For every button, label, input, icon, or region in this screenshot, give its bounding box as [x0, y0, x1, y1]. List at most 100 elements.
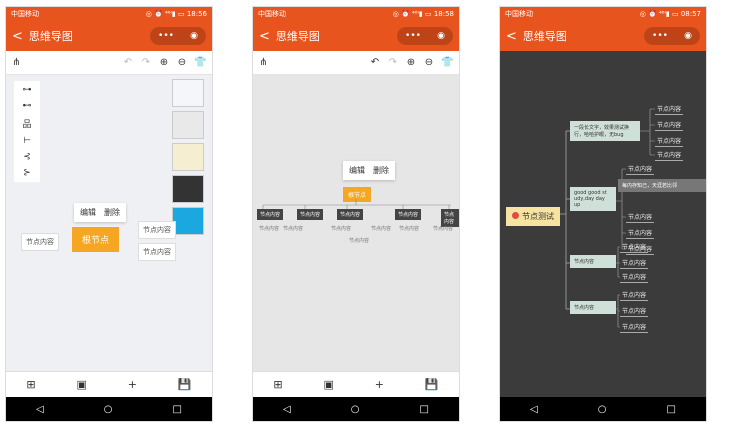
- mindmap-node[interactable]: 节点内容: [21, 233, 59, 251]
- branch-node[interactable]: 节点内容: [570, 301, 616, 314]
- mindmap-node[interactable]: 节点内容: [395, 209, 422, 220]
- delete-button[interactable]: 删除: [104, 207, 120, 218]
- leaf-node[interactable]: 节点内容: [620, 241, 649, 253]
- leaf-node[interactable]: 节点内容: [620, 257, 649, 269]
- theme-icon[interactable]: 👕: [441, 57, 453, 68]
- mindmap-subnode[interactable]: 节点内容: [259, 225, 279, 232]
- save-icon[interactable]: 💾: [425, 378, 439, 391]
- status-icons: ◎ ⏰ ⁴⁶ᴵ▮ ▭: [145, 10, 185, 18]
- nav-home-icon[interactable]: ○: [598, 404, 607, 415]
- theme-option[interactable]: [172, 79, 204, 107]
- zoom-in-icon[interactable]: ⊕: [158, 57, 170, 68]
- app-bar: < 思维导图 ••• ◉: [500, 21, 706, 51]
- leaf-node[interactable]: 节点内容: [626, 163, 655, 175]
- leaf-node[interactable]: 节点内容: [626, 227, 655, 239]
- image-icon[interactable]: ▣: [324, 378, 334, 391]
- mindmap-node[interactable]: 节点内容: [138, 243, 176, 261]
- status-bar: 中国移动 ◎ ⏰ ⁴⁶ᴵ▮ ▭ 18:56: [6, 7, 212, 21]
- save-icon[interactable]: 💾: [178, 378, 192, 391]
- zoom-in-icon[interactable]: ⊕: [405, 57, 417, 68]
- leaf-node[interactable]: 节点内容: [626, 211, 655, 223]
- status-bar: 中国移动 ◎ ⏰ ⁴⁶ᴵ▮ ▭ 18:58: [253, 7, 459, 21]
- nav-back-icon[interactable]: ◁: [283, 404, 291, 415]
- layout-icon[interactable]: ⊞: [273, 378, 282, 391]
- more-icon[interactable]: •••: [158, 31, 174, 41]
- more-icon[interactable]: •••: [652, 31, 668, 41]
- leaf-node[interactable]: 节点内容: [620, 271, 649, 283]
- mindmap-subnode[interactable]: 节点内容: [399, 225, 419, 232]
- image-icon[interactable]: ▣: [77, 378, 87, 391]
- leaf-node[interactable]: 节点内容: [620, 321, 649, 333]
- theme-option[interactable]: [172, 175, 204, 203]
- branch-node[interactable]: good good st udy,day day up: [570, 187, 616, 211]
- edit-button[interactable]: 编辑: [349, 165, 365, 176]
- edit-button[interactable]: 编辑: [80, 207, 96, 218]
- nav-back-icon[interactable]: ◁: [530, 404, 538, 415]
- undo-icon[interactable]: ↶: [369, 57, 381, 68]
- mindmap-node[interactable]: 节点内容: [138, 221, 176, 239]
- mindmap-node[interactable]: 节点内容: [297, 209, 324, 220]
- leaf-node[interactable]: 节点内容: [620, 289, 649, 301]
- root-node[interactable]: 根节点: [72, 227, 120, 252]
- add-node-icon[interactable]: +: [128, 378, 137, 391]
- theme-option[interactable]: [172, 143, 204, 171]
- close-target-icon[interactable]: ◉: [437, 31, 445, 41]
- expanded-node-popup[interactable]: 每内存知己，天涯若比邻: [618, 179, 706, 192]
- layout-option-icon[interactable]: ⊱: [23, 168, 31, 178]
- mindmap-subnode[interactable]: 节点内容: [331, 225, 351, 232]
- mindmap-canvas[interactable]: ⊶ ⊷ 品 ⊢ ⊰ ⊱ 编辑 删除 根节点 节点内容 节点内容 节点内容: [6, 75, 212, 371]
- add-node-icon[interactable]: +: [375, 378, 384, 391]
- theme-panel: [172, 79, 204, 235]
- layout-option-icon[interactable]: ⊶: [23, 85, 32, 95]
- leaf-node[interactable]: 节点内容: [655, 119, 684, 131]
- nav-recent-icon[interactable]: □: [173, 404, 182, 415]
- leaf-node[interactable]: 节点内容: [655, 103, 684, 115]
- nav-home-icon[interactable]: ○: [104, 404, 113, 415]
- layout-option-icon[interactable]: ⊰: [23, 152, 31, 162]
- mindmap-canvas[interactable]: 节点测试 一段长文字，效果测试换行，哈哈护眼，无bug good good st…: [500, 51, 706, 371]
- nav-recent-icon[interactable]: □: [420, 404, 429, 415]
- root-marker-icon: [512, 212, 519, 219]
- undo-icon[interactable]: ↶: [122, 57, 134, 68]
- back-icon[interactable]: <: [12, 29, 23, 44]
- close-target-icon[interactable]: ◉: [684, 31, 692, 41]
- mindmap-node[interactable]: 节点内容: [257, 209, 284, 220]
- mindmap-subnode[interactable]: 节点内容: [349, 237, 369, 244]
- mindmap-node[interactable]: 节点内容: [337, 209, 364, 220]
- mindmap-subnode[interactable]: 节点内容: [433, 225, 453, 232]
- mindmap-canvas[interactable]: 编辑 删除 根节点 节点内容 节点内容 节点内容 节点内容 节点内容 节点内容 …: [253, 75, 459, 371]
- layout-option-icon[interactable]: ⊢: [23, 136, 31, 146]
- redo-icon[interactable]: ↷: [387, 57, 399, 68]
- nav-back-icon[interactable]: ◁: [36, 404, 44, 415]
- phone-screen-1: 中国移动 ◎ ⏰ ⁴⁶ᴵ▮ ▭ 18:56 < 思维导图 ••• ◉ ⋔ ↶ ↷…: [5, 6, 213, 422]
- theme-option[interactable]: [172, 207, 204, 235]
- mindmap-subnode[interactable]: 节点内容: [371, 225, 391, 232]
- leaf-node[interactable]: 节点内容: [655, 149, 684, 161]
- more-icon[interactable]: •••: [405, 31, 421, 41]
- nav-recent-icon[interactable]: □: [667, 404, 676, 415]
- zoom-out-icon[interactable]: ⊖: [176, 57, 188, 68]
- branch-node[interactable]: 一段长文字，效果测试换行，哈哈护眼，无bug: [570, 121, 640, 141]
- leaf-node[interactable]: 节点内容: [655, 135, 684, 147]
- clock: 08:57: [680, 10, 701, 18]
- mini-program-capsule: ••• ◉: [644, 27, 700, 45]
- page-title: 思维导图: [275, 30, 320, 43]
- theme-icon[interactable]: 👕: [194, 57, 206, 68]
- layout-option-icon[interactable]: ⊷: [23, 101, 32, 111]
- back-icon[interactable]: <: [506, 29, 517, 44]
- nav-home-icon[interactable]: ○: [351, 404, 360, 415]
- layout-icon[interactable]: ⊞: [26, 378, 35, 391]
- delete-button[interactable]: 删除: [373, 165, 389, 176]
- mindmap-subnode[interactable]: 节点内容: [283, 225, 303, 232]
- back-icon[interactable]: <: [259, 29, 270, 44]
- redo-icon[interactable]: ↷: [140, 57, 152, 68]
- leaf-node[interactable]: 节点内容: [620, 305, 649, 317]
- branch-node[interactable]: 节点内容: [570, 255, 616, 268]
- mindmap-logo-icon: ⋔: [259, 57, 268, 68]
- layout-option-icon[interactable]: 品: [22, 117, 31, 130]
- close-target-icon[interactable]: ◉: [190, 31, 198, 41]
- root-node[interactable]: 节点测试: [506, 207, 560, 226]
- zoom-out-icon[interactable]: ⊖: [423, 57, 435, 68]
- layout-panel: ⊶ ⊷ 品 ⊢ ⊰ ⊱: [14, 81, 40, 182]
- theme-option[interactable]: [172, 111, 204, 139]
